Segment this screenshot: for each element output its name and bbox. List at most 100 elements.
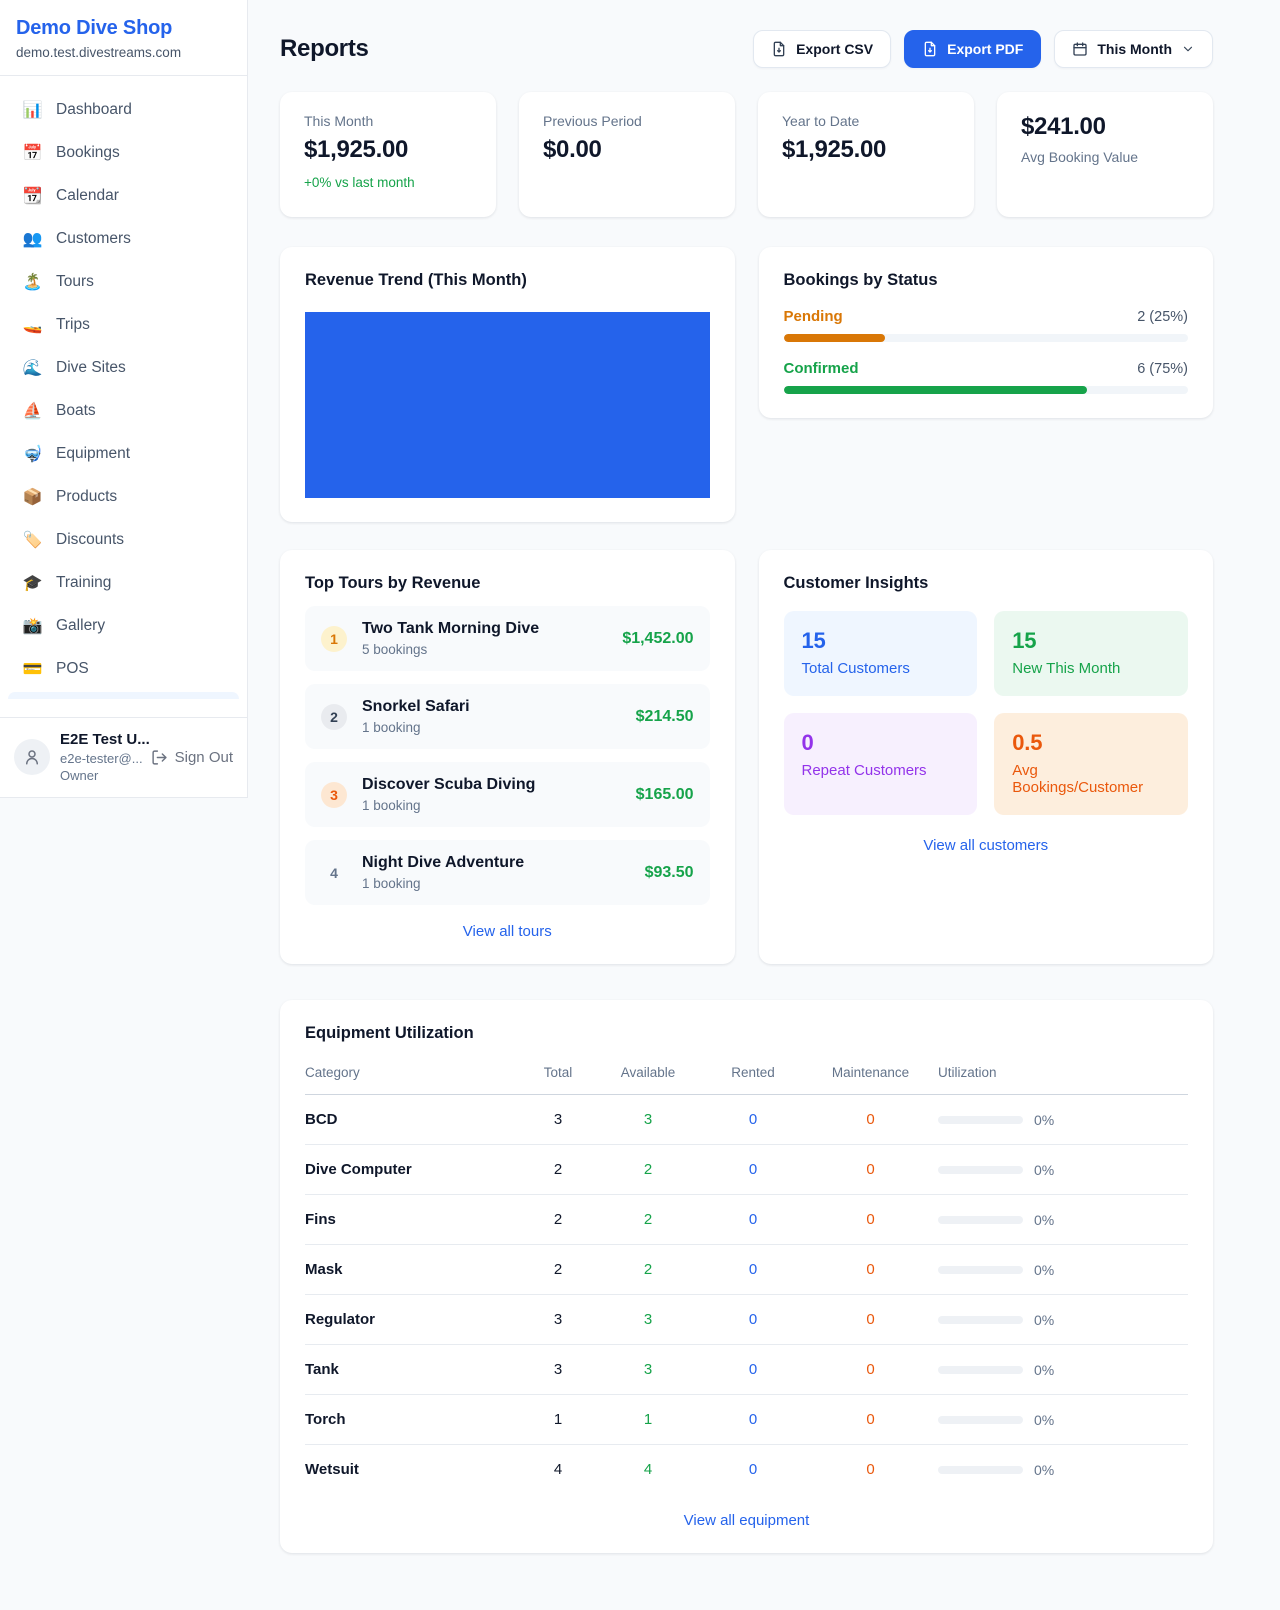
utilization-track — [938, 1416, 1023, 1424]
tour-row: 3 Discover Scuba Diving 1 booking $165.0… — [305, 762, 710, 827]
tile-new-this-month: 15 New This Month — [994, 611, 1188, 696]
main-content: Reports Export CSV Export PDF — [248, 0, 1280, 1585]
cell-maintenance: 0 — [803, 1361, 938, 1378]
cell-total: 3 — [523, 1311, 593, 1328]
sidebar-item-calendar[interactable]: 📆Calendar — [8, 174, 239, 217]
status-bar-fill-confirmed — [784, 386, 1087, 394]
cell-category: Torch — [305, 1411, 523, 1428]
sidebar-item-label: Training — [56, 574, 111, 592]
period-dropdown[interactable]: This Month — [1054, 30, 1213, 68]
status-bar-track — [784, 334, 1189, 342]
export-pdf-button[interactable]: Export PDF — [904, 30, 1041, 68]
sidebar: Demo Dive Shop demo.test.divestreams.com… — [0, 0, 248, 798]
table-row: Wetsuit 4 4 0 0 0% — [305, 1445, 1188, 1494]
sidebar-item-equipment[interactable]: 🤿Equipment — [8, 432, 239, 475]
export-csv-button[interactable]: Export CSV — [753, 30, 891, 68]
speedboat-icon: 🚤 — [22, 315, 43, 335]
cell-utilization: 0% — [938, 1112, 1188, 1128]
rank-badge: 2 — [321, 704, 347, 730]
sidebar-item-label: Trips — [56, 316, 90, 334]
tour-revenue: $93.50 — [645, 864, 694, 882]
utilization-pct: 0% — [1034, 1412, 1054, 1428]
revenue-trend-chart — [305, 312, 710, 498]
file-download-icon — [771, 41, 787, 57]
customer-insights-card: Customer Insights 15 Total Customers 15 … — [759, 550, 1214, 964]
bookings-calendar-icon: 📅 — [22, 143, 43, 163]
utilization-track — [938, 1466, 1023, 1474]
table-row: Torch 1 1 0 0 0% — [305, 1395, 1188, 1445]
cell-maintenance: 0 — [803, 1311, 938, 1328]
bookings-by-status-card: Bookings by Status Pending 2 (25%) Confi… — [759, 247, 1214, 418]
sidebar-item-bookings[interactable]: 📅Bookings — [8, 131, 239, 174]
sign-out-button[interactable]: Sign Out — [151, 749, 233, 766]
view-all-tours-link[interactable]: View all tours — [305, 923, 710, 940]
sidebar-nav: 📊 Dashboard 📅Bookings 📆Calendar 👥Customer… — [0, 76, 247, 690]
stat-value: $1,925.00 — [782, 136, 950, 164]
sailboat-icon: ⛵ — [22, 401, 43, 421]
sidebar-item-customers[interactable]: 👥Customers — [8, 217, 239, 260]
tour-name: Night Dive Adventure — [362, 854, 524, 872]
tile-value: 15 — [1012, 628, 1170, 654]
tile-label: New This Month — [1012, 660, 1170, 677]
sidebar-item-products[interactable]: 📦Products — [8, 475, 239, 518]
col-header-available: Available — [593, 1065, 703, 1080]
status-row: Pending 2 (25%) — [784, 308, 1189, 325]
sidebar-item-trips[interactable]: 🚤 Trips — [8, 303, 239, 346]
tile-value: 0 — [802, 730, 960, 756]
tour-bookings: 1 booking — [362, 798, 535, 813]
tour-row: 4 Night Dive Adventure 1 booking $93.50 — [305, 840, 710, 905]
status-row: Confirmed 6 (75%) — [784, 360, 1189, 377]
sidebar-item-pos[interactable]: 💳POS — [8, 647, 239, 690]
view-all-customers-link[interactable]: View all customers — [784, 837, 1189, 854]
diving-mask-icon: 🤿 — [22, 444, 43, 464]
sidebar-user-footer: E2E Test U... e2e-tester@... Owner Sign … — [0, 717, 247, 797]
sidebar-item-gallery[interactable]: 📸Gallery — [8, 604, 239, 647]
cell-category: BCD — [305, 1111, 523, 1128]
avatar — [14, 739, 50, 775]
table-row: Dive Computer 2 2 0 0 0% — [305, 1145, 1188, 1195]
cell-total: 2 — [523, 1211, 593, 1228]
sidebar-item-discounts[interactable]: 🏷️Discounts — [8, 518, 239, 561]
utilization-pct: 0% — [1034, 1312, 1054, 1328]
tour-name: Two Tank Morning Dive — [362, 620, 539, 638]
stat-card-previous-period: Previous Period $0.00 — [519, 92, 735, 217]
cell-total: 4 — [523, 1461, 593, 1478]
lists-row: Top Tours by Revenue 1 Two Tank Morning … — [280, 550, 1213, 964]
tag-icon: 🏷️ — [22, 530, 43, 550]
sidebar-item-reports-partial[interactable] — [8, 692, 239, 699]
cell-utilization: 0% — [938, 1312, 1188, 1328]
cell-rented: 0 — [703, 1161, 803, 1178]
utilization-track — [938, 1366, 1023, 1374]
utilization-track — [938, 1316, 1023, 1324]
stat-card-year-to-date: Year to Date $1,925.00 — [758, 92, 974, 217]
cell-category: Wetsuit — [305, 1461, 523, 1478]
tour-row: 2 Snorkel Safari 1 booking $214.50 — [305, 684, 710, 749]
sidebar-item-dashboard[interactable]: 📊 Dashboard — [8, 88, 239, 131]
stat-label: Year to Date — [782, 113, 950, 129]
cell-available: 3 — [593, 1111, 703, 1128]
utilization-pct: 0% — [1034, 1462, 1054, 1478]
view-all-equipment-link[interactable]: View all equipment — [305, 1512, 1188, 1529]
cell-utilization: 0% — [938, 1412, 1188, 1428]
cell-rented: 0 — [703, 1111, 803, 1128]
sidebar-item-training[interactable]: 🎓Training — [8, 561, 239, 604]
cell-total: 3 — [523, 1361, 593, 1378]
cell-available: 2 — [593, 1211, 703, 1228]
sidebar-item-label: Dashboard — [56, 101, 132, 119]
camera-icon: 📸 — [22, 616, 43, 636]
cell-available: 2 — [593, 1161, 703, 1178]
col-header-category: Category — [305, 1065, 523, 1080]
shop-name: Demo Dive Shop — [16, 17, 231, 40]
top-tours-title: Top Tours by Revenue — [305, 574, 710, 593]
sidebar-item-tours[interactable]: 🏝️Tours — [8, 260, 239, 303]
user-name: E2E Test U... — [60, 730, 141, 750]
export-csv-label: Export CSV — [796, 41, 873, 57]
sidebar-item-label: Customers — [56, 230, 131, 248]
cell-utilization: 0% — [938, 1462, 1188, 1478]
stat-card-avg-booking-value: $241.00 Avg Booking Value — [997, 92, 1213, 217]
stat-card-this-month: This Month $1,925.00 +0% vs last month — [280, 92, 496, 217]
sidebar-item-dive-sites[interactable]: 🌊Dive Sites — [8, 346, 239, 389]
sidebar-item-boats[interactable]: ⛵Boats — [8, 389, 239, 432]
dashboard-icon: 📊 — [22, 100, 43, 120]
stat-value: $241.00 — [1021, 113, 1189, 141]
